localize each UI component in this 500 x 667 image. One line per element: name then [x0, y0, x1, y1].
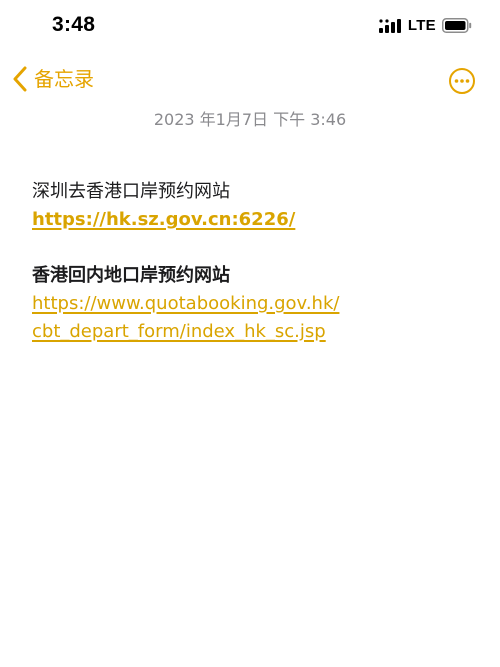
note-heading-shenzhen-to-hk: 深圳去香港口岸预约网站 [32, 181, 230, 202]
back-button[interactable]: 备忘录 [12, 66, 94, 92]
note-heading-hk-to-mainland: 香港回内地口岸预约网站 [32, 265, 230, 286]
status-time: 3:48 [52, 13, 96, 36]
link-quotabooking-line-1[interactable]: https://www.quotabooking.gov.hk/ [32, 290, 472, 318]
back-label: 备忘录 [34, 67, 94, 91]
signal-icon [378, 18, 401, 33]
note-body[interactable]: 深圳去香港口岸预约网站 https://hk.sz.gov.cn:6226/ 香… [32, 178, 472, 346]
note-date: 2023 年1月7日 下午 3:46 [153, 110, 347, 129]
ellipsis-circle-icon [449, 68, 475, 94]
more-button[interactable] [448, 67, 476, 95]
network-type: LTE [407, 17, 436, 34]
nav-bar: 备忘录 [0, 58, 500, 104]
status-bar: 3:48 LTE [0, 0, 500, 52]
chevron-left-icon [13, 66, 27, 92]
status-indicators: LTE [378, 17, 472, 34]
battery-icon [442, 18, 472, 33]
link-quotabooking[interactable]: https://www.quotabooking.gov.hk/ cbt_dep… [32, 290, 472, 346]
link-hk-sz-gov[interactable]: https://hk.sz.gov.cn:6226/ [32, 206, 472, 234]
link-quotabooking-line-2[interactable]: cbt_depart_form/index_hk_sc.jsp [32, 318, 472, 346]
